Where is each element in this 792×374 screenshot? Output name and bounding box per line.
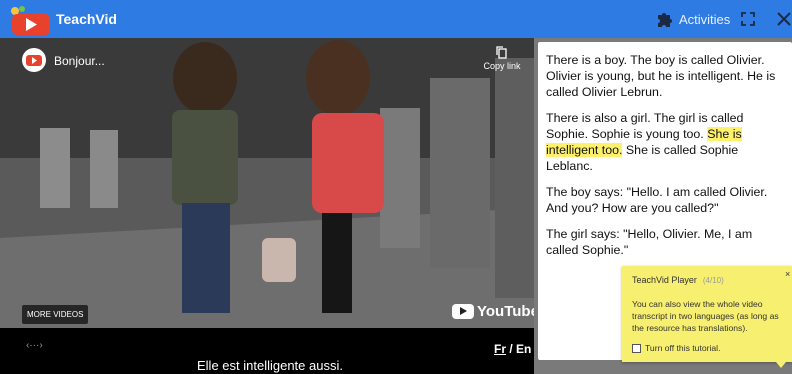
youtube-play-icon <box>452 304 474 319</box>
activities-button[interactable]: Activities <box>656 11 730 27</box>
checkbox-label: Turn off this tutorial. <box>645 343 721 353</box>
video-frame-image <box>0 38 534 328</box>
tooltip-close-icon[interactable]: × <box>785 269 790 279</box>
transcript-paragraph[interactable]: The boy says: "Hello. I am called Olivie… <box>546 184 782 216</box>
puzzle-icon <box>658 13 672 27</box>
subtitle-text: Elle est intelligente aussi. <box>197 358 343 373</box>
teachvid-logo-icon <box>11 6 50 35</box>
language-toggle[interactable]: Fr / En <box>494 342 531 356</box>
lang-en[interactable]: En <box>516 342 531 356</box>
channel-avatar[interactable] <box>22 48 46 72</box>
copy-link-button[interactable]: Copy link <box>478 46 526 71</box>
tooltip-body: You can also view the whole video transc… <box>632 299 779 333</box>
copy-icon <box>496 46 507 59</box>
checkbox-box[interactable] <box>632 343 641 353</box>
close-icon[interactable] <box>776 10 792 28</box>
video-title[interactable]: Bonjour... <box>54 54 105 68</box>
youtube-label: YouTube <box>477 303 534 320</box>
turn-off-tutorial-checkbox[interactable]: Turn off this tutorial. <box>632 343 720 353</box>
video-player[interactable]: Bonjour... Copy link MORE VIDEOS YouTube <box>0 38 534 374</box>
channel-logo-icon <box>26 55 42 66</box>
transcript-paragraph[interactable]: The girl says: "Hello, Olivier. Me, I am… <box>546 226 782 258</box>
activities-label: Activities <box>679 11 731 27</box>
youtube-logo[interactable]: YouTube <box>452 303 534 320</box>
expand-icon[interactable]: ‹···› <box>26 340 43 351</box>
app-title: TeachVid <box>56 11 117 27</box>
transcript-paragraph[interactable]: There is also a girl. The girl is called… <box>546 110 782 174</box>
tutorial-tooltip: TeachVid Player (4/10) × You can also vie… <box>622 266 792 368</box>
fullscreen-icon[interactable] <box>741 12 755 26</box>
tooltip-title: TeachVid Player <box>632 275 697 285</box>
tooltip-header: TeachVid Player (4/10) <box>632 275 724 285</box>
copy-link-label: Copy link <box>483 61 521 71</box>
transcript-paragraph[interactable]: There is a boy. The boy is called Olivie… <box>546 52 782 100</box>
lang-fr[interactable]: Fr <box>494 342 506 356</box>
lang-separator: / <box>506 342 517 356</box>
tooltip-step: (4/10) <box>702 276 724 285</box>
more-videos-button[interactable]: MORE VIDEOS <box>22 305 89 324</box>
top-bar: TeachVid Activities <box>0 0 792 38</box>
